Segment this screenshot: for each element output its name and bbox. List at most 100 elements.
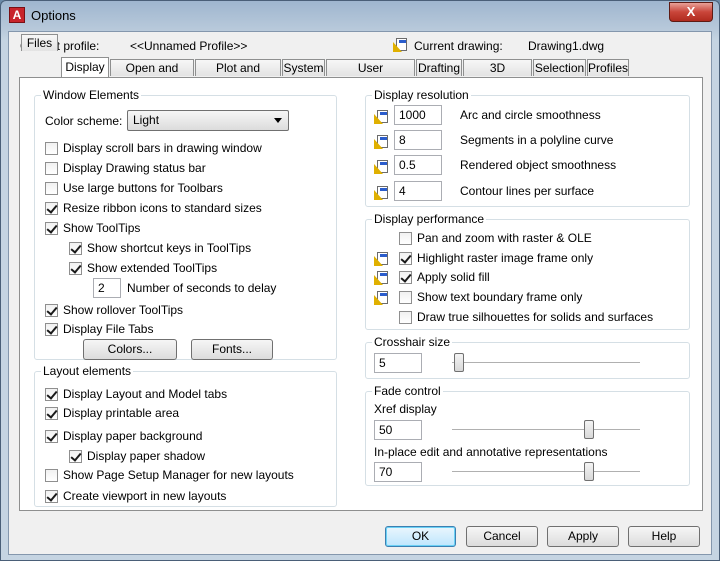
display-performance-group: Display performance Pan and zoom with ra… [365, 212, 690, 330]
checkbox-box[interactable] [45, 182, 58, 195]
polyline-segments-input[interactable]: 8 [394, 130, 442, 150]
checkbox-box[interactable] [69, 450, 82, 463]
inplace-edit-input[interactable]: 70 [374, 462, 422, 482]
inplace-slider-thumb[interactable] [584, 462, 594, 481]
checkbox-box[interactable] [399, 311, 412, 324]
layout-elements-title: Layout elements [41, 364, 134, 378]
checkbox-label: Show shortcut keys in ToolTips [87, 241, 252, 255]
contour-lines-input[interactable]: 4 [394, 181, 442, 201]
inplace-edit-label: In-place edit and annotative representat… [374, 445, 608, 459]
checkbox-box[interactable] [399, 271, 412, 284]
xref-slider-thumb[interactable] [584, 420, 594, 439]
contour-lines-label: Contour lines per surface [460, 184, 595, 198]
tab-user-preferences[interactable]: User Preferences [326, 59, 415, 91]
xref-display-label: Xref display [374, 402, 437, 416]
checkbox-box[interactable] [45, 323, 58, 336]
checkbox-label: Display File Tabs [63, 322, 154, 336]
tab-selection[interactable]: Selection [533, 59, 586, 76]
title-bar[interactable]: A Options X [1, 1, 719, 31]
rendered-smoothness-input[interactable]: 0.5 [394, 155, 442, 175]
checkbox-label: Display Drawing status bar [63, 161, 206, 175]
tab-display[interactable]: Display [61, 57, 109, 77]
layout-elements-group: Layout elements Display Layout and Model… [34, 364, 337, 507]
checkbox-box[interactable] [45, 142, 58, 155]
xref-slider-track[interactable] [452, 429, 640, 431]
drawing-icon [374, 108, 390, 124]
crosshair-size-group: Crosshair size 5 [365, 335, 690, 379]
color-scheme-label: Color scheme: [45, 114, 123, 128]
inplace-slider-track[interactable] [452, 471, 640, 473]
checkbox-box[interactable] [45, 490, 58, 503]
apply-button[interactable]: Apply [547, 526, 619, 547]
checkbox-box[interactable] [45, 162, 58, 175]
help-button[interactable]: Help [628, 526, 700, 547]
checkbox-box[interactable] [399, 252, 412, 265]
xref-display-input[interactable]: 50 [374, 420, 422, 440]
checkbox-label: Pan and zoom with raster & OLE [417, 231, 592, 245]
cancel-button[interactable]: Cancel [466, 526, 538, 547]
display-tab-panel: Window Elements Color scheme: Light Disp… [19, 77, 703, 511]
tab-system[interactable]: System [282, 59, 325, 76]
tab-open-and-save[interactable]: Open and Save [110, 59, 194, 91]
checkbox-label: Display printable area [63, 406, 180, 420]
checkbox-box[interactable] [45, 202, 58, 215]
display-performance-title: Display performance [372, 212, 487, 226]
dialog-client-area: Current profile: <<Unnamed Profile>> Cur… [8, 31, 712, 555]
crosshair-slider-track[interactable] [452, 362, 640, 364]
checkbox-label: Highlight raster image frame only [417, 251, 594, 265]
checkbox-label: Display scroll bars in drawing window [63, 141, 262, 155]
checkbox-label: Draw true silhouettes for solids and sur… [417, 310, 654, 324]
checkbox-box[interactable] [45, 388, 58, 401]
current-drawing-value: Drawing1.dwg [528, 39, 605, 53]
checkbox-label: Create viewport in new layouts [63, 489, 227, 503]
checkbox-label: Show ToolTips [63, 221, 141, 235]
close-button[interactable]: X [669, 2, 713, 22]
arc-smoothness-input[interactable]: 1000 [394, 105, 442, 125]
crosshair-size-input[interactable]: 5 [374, 353, 422, 373]
checkbox-box[interactable] [69, 262, 82, 275]
checkbox-box[interactable] [45, 304, 58, 317]
color-scheme-select[interactable]: Light [127, 110, 289, 131]
options-dialog: A Options X Current profile: <<Unnamed P… [0, 0, 720, 561]
tab-3d-modeling[interactable]: 3D Modeling [463, 59, 532, 91]
fade-control-group: Fade control Xref display 50 In-place ed… [365, 384, 690, 486]
checkbox-label: Apply solid fill [417, 270, 490, 284]
checkbox-label: Show text boundary frame only [417, 290, 583, 304]
checkbox-label: Show Page Setup Manager for new layouts [63, 468, 294, 482]
checkbox-box[interactable] [399, 232, 412, 245]
chevron-down-icon [274, 118, 282, 123]
display-resolution-title: Display resolution [372, 88, 471, 102]
drawing-icon [374, 289, 390, 305]
checkbox-box[interactable] [45, 407, 58, 420]
current-drawing-label: Current drawing: [414, 39, 503, 53]
arc-smoothness-label: Arc and circle smoothness [460, 108, 601, 122]
tooltip-delay-input[interactable]: 2 [93, 278, 121, 298]
crosshair-size-title: Crosshair size [372, 335, 453, 349]
colors-button[interactable]: Colors... [83, 339, 177, 360]
tab-profiles[interactable]: Profiles [587, 59, 629, 76]
tab-files[interactable]: Files [21, 34, 58, 51]
current-profile-value: <<Unnamed Profile>> [130, 39, 248, 53]
window-elements-title: Window Elements [41, 88, 142, 102]
tab-drafting[interactable]: Drafting [416, 59, 462, 76]
ok-button[interactable]: OK [385, 526, 456, 547]
crosshair-slider-thumb[interactable] [454, 353, 464, 372]
checkbox-label: Display Layout and Model tabs [63, 387, 228, 401]
checkbox-box[interactable] [45, 222, 58, 235]
drawing-icon [374, 158, 390, 174]
drawing-icon [374, 184, 390, 200]
fonts-button[interactable]: Fonts... [191, 339, 273, 360]
close-icon: X [686, 4, 696, 19]
rendered-smoothness-label: Rendered object smoothness [460, 158, 617, 172]
tab-plot-and-publish[interactable]: Plot and Publish [195, 59, 281, 91]
checkbox-box[interactable] [69, 242, 82, 255]
checkbox-label: Show extended ToolTips [87, 261, 218, 275]
checkbox-box[interactable] [45, 430, 58, 443]
checkbox-box[interactable] [45, 469, 58, 482]
checkbox-box[interactable] [399, 291, 412, 304]
checkbox-label: Display paper shadow [87, 449, 206, 463]
drawing-icon [374, 133, 390, 149]
window-elements-group: Window Elements Color scheme: Light Disp… [34, 88, 337, 360]
checkbox-label: Use large buttons for Toolbars [63, 181, 223, 195]
checkbox-label: Display paper background [63, 429, 203, 443]
